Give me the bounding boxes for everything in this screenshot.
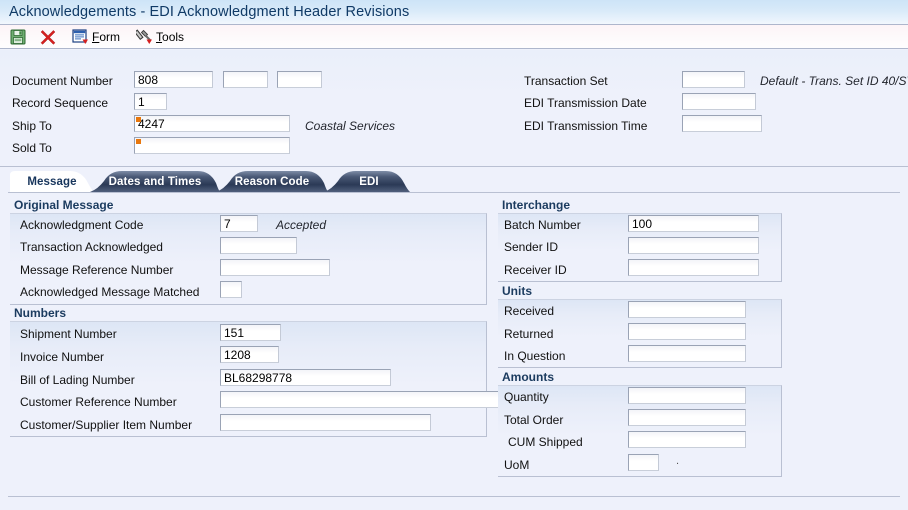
form-menu-label: Form [92,29,121,44]
transaction-set-description: Default - Trans. Set ID 40/ST [760,74,908,88]
uom-label: UoM [504,458,530,472]
received-label: Received [504,304,555,318]
invoice-number-input[interactable] [220,346,279,363]
tools-icon [134,28,153,45]
bill-of-lading-number-label: Bill of Lading Number [20,373,135,387]
edi-transmission-time-input[interactable] [682,115,762,132]
record-sequence-label: Record Sequence [12,96,109,110]
header-fields-region: Document Number Record Sequence Ship To … [0,50,908,167]
tab-strip: Message Dates and Times Reason Code EDI [0,171,908,193]
tab-content-message: Original Message Acknowledgment Code Acc… [0,193,908,503]
in-question-input[interactable] [628,345,746,362]
group-title-numbers: Numbers [14,306,67,320]
document-number-label: Document Number [12,74,113,88]
group-title-original-message: Original Message [14,198,114,212]
tab-message[interactable]: Message [10,171,94,192]
acknowledged-message-matched-input[interactable] [220,281,242,298]
save-button[interactable] [6,26,30,48]
form-menu-button[interactable]: Form [68,26,124,48]
edi-transmission-date-label: EDI Transmission Date [524,96,647,110]
received-input[interactable] [628,301,746,318]
customer-reference-number-label: Customer Reference Number [20,395,177,409]
tab-reason-code[interactable]: Reason Code [216,171,328,192]
document-number-company-input[interactable] [277,71,322,88]
tab-reason-code-label: Reason Code [234,175,310,188]
tools-menu-label: Tools [156,29,185,44]
tab-edi[interactable]: EDI [324,171,410,192]
form-menu-label-rest: orm [99,29,121,44]
transaction-set-label: Transaction Set [524,74,608,88]
receiver-id-label: Receiver ID [504,263,567,277]
sender-id-input[interactable] [628,237,759,254]
ship-to-input[interactable] [134,115,290,132]
customer-supplier-item-number-input[interactable] [220,414,431,431]
form-body: Document Number Record Sequence Ship To … [0,50,908,510]
form-bottom-divider [8,496,900,497]
message-reference-number-input[interactable] [220,259,330,276]
group-title-amounts: Amounts [502,370,554,384]
edi-transmission-date-input[interactable] [682,93,756,110]
page-title: Acknowledgements - EDI Acknowledgment He… [9,4,410,20]
customer-reference-number-input[interactable] [220,391,503,408]
shipment-number-input[interactable] [220,324,281,341]
tab-dates-and-times[interactable]: Dates and Times [90,171,220,192]
tab-dates-and-times-label: Dates and Times [108,175,202,188]
receiver-id-input[interactable] [628,259,759,276]
ship-to-label: Ship To [12,119,52,133]
acknowledgment-code-input[interactable] [220,215,258,232]
toolbar: Form Tools [0,25,908,49]
group-title-units: Units [502,284,532,298]
document-number-type-input[interactable] [223,71,268,88]
window-title-bar: Acknowledgements - EDI Acknowledgment He… [0,0,908,25]
ship-to-description: Coastal Services [305,119,396,133]
group-title-interchange: Interchange [502,198,571,212]
close-icon [40,29,56,45]
uom-input[interactable] [628,454,659,471]
tab-edi-label: EDI [359,175,379,188]
quantity-label: Quantity [504,390,549,404]
invoice-number-label: Invoice Number [20,350,105,364]
quantity-input[interactable] [628,387,746,404]
uom-separator-mark: . [676,455,680,467]
record-sequence-input[interactable] [134,93,167,110]
total-order-input[interactable] [628,409,746,426]
customer-supplier-item-number-label: Customer/Supplier Item Number [20,418,193,432]
edi-transmission-time-label: EDI Transmission Time [524,119,648,133]
acknowledged-message-matched-label: Acknowledged Message Matched [20,285,200,299]
sold-to-label: Sold To [12,141,52,155]
tab-message-label: Message [27,175,77,188]
sender-id-label: Sender ID [504,240,559,254]
total-order-label: Total Order [504,413,564,427]
returned-label: Returned [504,327,554,341]
transaction-acknowledged-input[interactable] [220,237,297,254]
tools-menu-button[interactable]: Tools [132,26,188,48]
in-question-label: In Question [504,349,566,363]
message-reference-number-label: Message Reference Number [20,263,174,277]
acknowledgment-code-description: Accepted [276,218,327,232]
cum-shipped-input[interactable] [628,431,746,448]
cum-shipped-label: CUM Shipped [508,435,583,449]
transaction-acknowledged-label: Transaction Acknowledged [20,240,163,254]
batch-number-input[interactable] [628,215,759,232]
save-icon [10,29,26,45]
document-number-input[interactable] [134,71,213,88]
acknowledgment-code-label: Acknowledgment Code [20,218,144,232]
shipment-number-label: Shipment Number [20,327,117,341]
sold-to-input[interactable] [134,137,290,154]
bill-of-lading-number-input[interactable] [220,369,391,386]
transaction-set-input[interactable] [682,71,745,88]
form-icon [72,28,89,45]
returned-input[interactable] [628,323,746,340]
tools-menu-label-rest: ools [162,29,185,44]
batch-number-label: Batch Number [504,218,581,232]
cancel-button[interactable] [36,26,60,48]
